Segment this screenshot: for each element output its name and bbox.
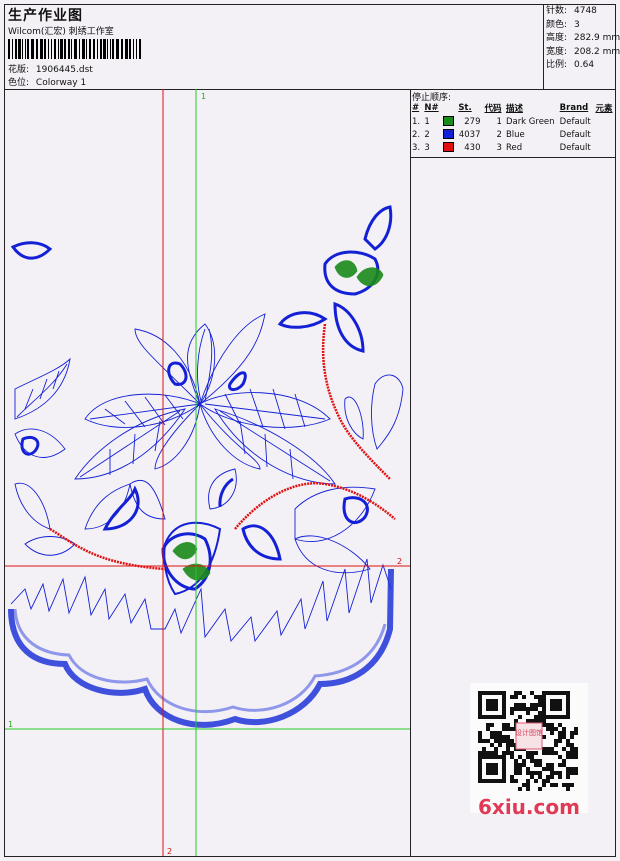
table-row: 3. 3 430 3 Red Default bbox=[412, 142, 591, 153]
sheet-subtitle: Wilcom(汇宏) 刺绣工作室 bbox=[8, 27, 114, 37]
stop-sequence-table: # N# St. 代码 描述 Brand 元素 1. 1 279 1 Dark … bbox=[410, 101, 615, 154]
col-code: 代码 bbox=[484, 104, 502, 114]
col-number: N# bbox=[424, 103, 439, 113]
barcode-icon bbox=[8, 39, 141, 59]
stats-panel: 针数: 4748 颜色: 3 高度: 282.9 mm 宽度: 208.2 mm 比例:… bbox=[543, 5, 620, 89]
stat-width: 宽度: 208.2 mm bbox=[546, 46, 620, 57]
blue-stitches bbox=[8, 205, 404, 728]
col-element: 元素 bbox=[595, 104, 613, 114]
col-index: # bbox=[412, 103, 420, 113]
design-file-line: 花版: 1906445.dst bbox=[8, 62, 93, 75]
colorway-value: Colorway 1 bbox=[35, 78, 87, 88]
colorway-label: 色位: bbox=[8, 78, 30, 88]
stat-height: 高度: 282.9 mm bbox=[546, 33, 620, 43]
sheet-title: 生产作业图 bbox=[8, 8, 83, 24]
color-swatch bbox=[443, 116, 454, 127]
embroidery-design: 1 2 1 2 bbox=[5, 89, 410, 856]
colorway-line: 色位: Colorway 1 bbox=[8, 75, 86, 88]
stat-scale: 比例: 0.64 bbox=[546, 60, 595, 70]
production-sheet: 生产作业图 Wilcom(汇宏) 刺绣工作室 花版: 1906445.dst 色… bbox=[4, 4, 620, 857]
qr-stamp-text: 设计图馆 bbox=[515, 728, 543, 737]
guide-label-h2: 2 bbox=[397, 557, 402, 566]
red-stitches bbox=[49, 323, 396, 571]
guide-label-h1: 1 bbox=[8, 720, 13, 729]
table-row: 1. 1 279 1 Dark Green Default bbox=[412, 116, 591, 127]
guide-label-v2: 2 bbox=[167, 847, 172, 856]
design-file-label: 花版: bbox=[8, 65, 30, 75]
panel-divider bbox=[410, 157, 615, 158]
stat-colors: 颜色: 3 bbox=[546, 19, 580, 30]
color-swatch bbox=[443, 129, 454, 140]
sheet-header: 生产作业图 Wilcom(汇宏) 刺绣工作室 花版: 1906445.dst 色… bbox=[5, 5, 620, 90]
color-swatch bbox=[443, 142, 454, 153]
col-stitches: St. bbox=[458, 103, 472, 113]
col-swatch bbox=[441, 101, 456, 115]
embroidery-design-canvas: 1 2 1 2 bbox=[5, 89, 411, 856]
qr-code-icon: 设计图馆 bbox=[470, 683, 588, 813]
sequence-panel: 停止顺序: # N# St. 代码 描述 Brand 元素 1. 1 279 1… bbox=[410, 89, 615, 856]
watermark-site: 6xiu.com bbox=[478, 795, 580, 819]
green-stitches bbox=[172, 260, 384, 581]
table-header-row: # N# St. 代码 描述 Brand 元素 bbox=[410, 101, 615, 115]
guide-label-v1: 1 bbox=[201, 92, 206, 101]
col-description: 描述 bbox=[505, 104, 523, 114]
col-brand: Brand bbox=[559, 103, 589, 113]
design-file-value: 1906445.dst bbox=[35, 65, 93, 75]
table-row: 2. 2 4037 2 Blue Default bbox=[412, 129, 591, 140]
stat-stitches: 针数: 4748 bbox=[546, 6, 597, 16]
